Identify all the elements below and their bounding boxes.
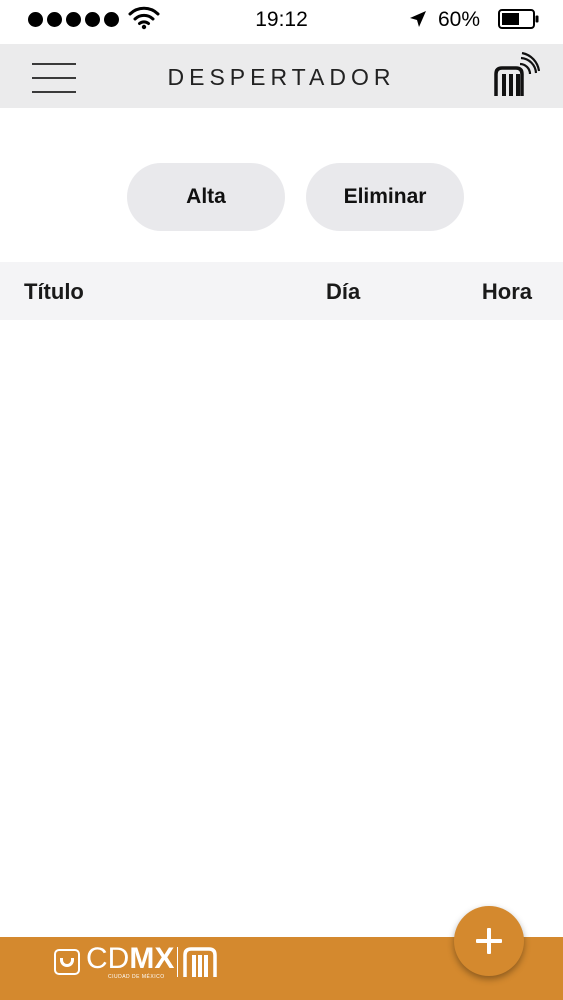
cdmx-shield-icon: [54, 949, 80, 975]
nav-bar: DESPERTADOR: [0, 44, 563, 108]
cdmx-logo-text-light: CD: [86, 942, 130, 975]
column-header-dia: Día: [326, 279, 361, 304]
column-header-hora: Hora: [481, 279, 532, 304]
add-alarm-button[interactable]: [454, 906, 524, 976]
battery-percent: 60%: [438, 8, 481, 31]
eliminar-button[interactable]: Eliminar: [306, 163, 464, 231]
page-title: DESPERTADOR: [167, 64, 396, 90]
status-bar: 19:12 60%: [0, 0, 563, 42]
plus-icon: [476, 928, 502, 954]
location-arrow-icon: [410, 11, 426, 27]
footer-metro-icon: [183, 947, 218, 977]
cdmx-logo-text-bold: MX: [129, 942, 175, 975]
logo-divider: [177, 947, 179, 977]
app-screen: 19:12 60% DESPERTADOR Alta Eliminar Títu…: [0, 0, 563, 1000]
cdmx-logo: CDMX CIUDAD DE MÉXICO: [54, 942, 218, 980]
cdmx-logo-subtitle: CIUDAD DE MÉXICO: [108, 974, 165, 980]
alarm-list: [0, 320, 563, 936]
column-header-titulo: Título: [24, 279, 84, 304]
metro-logo-icon[interactable]: [494, 52, 540, 98]
alta-button[interactable]: Alta: [127, 163, 285, 231]
table-header: Título Día Hora: [0, 262, 563, 320]
battery-icon: [498, 9, 539, 29]
